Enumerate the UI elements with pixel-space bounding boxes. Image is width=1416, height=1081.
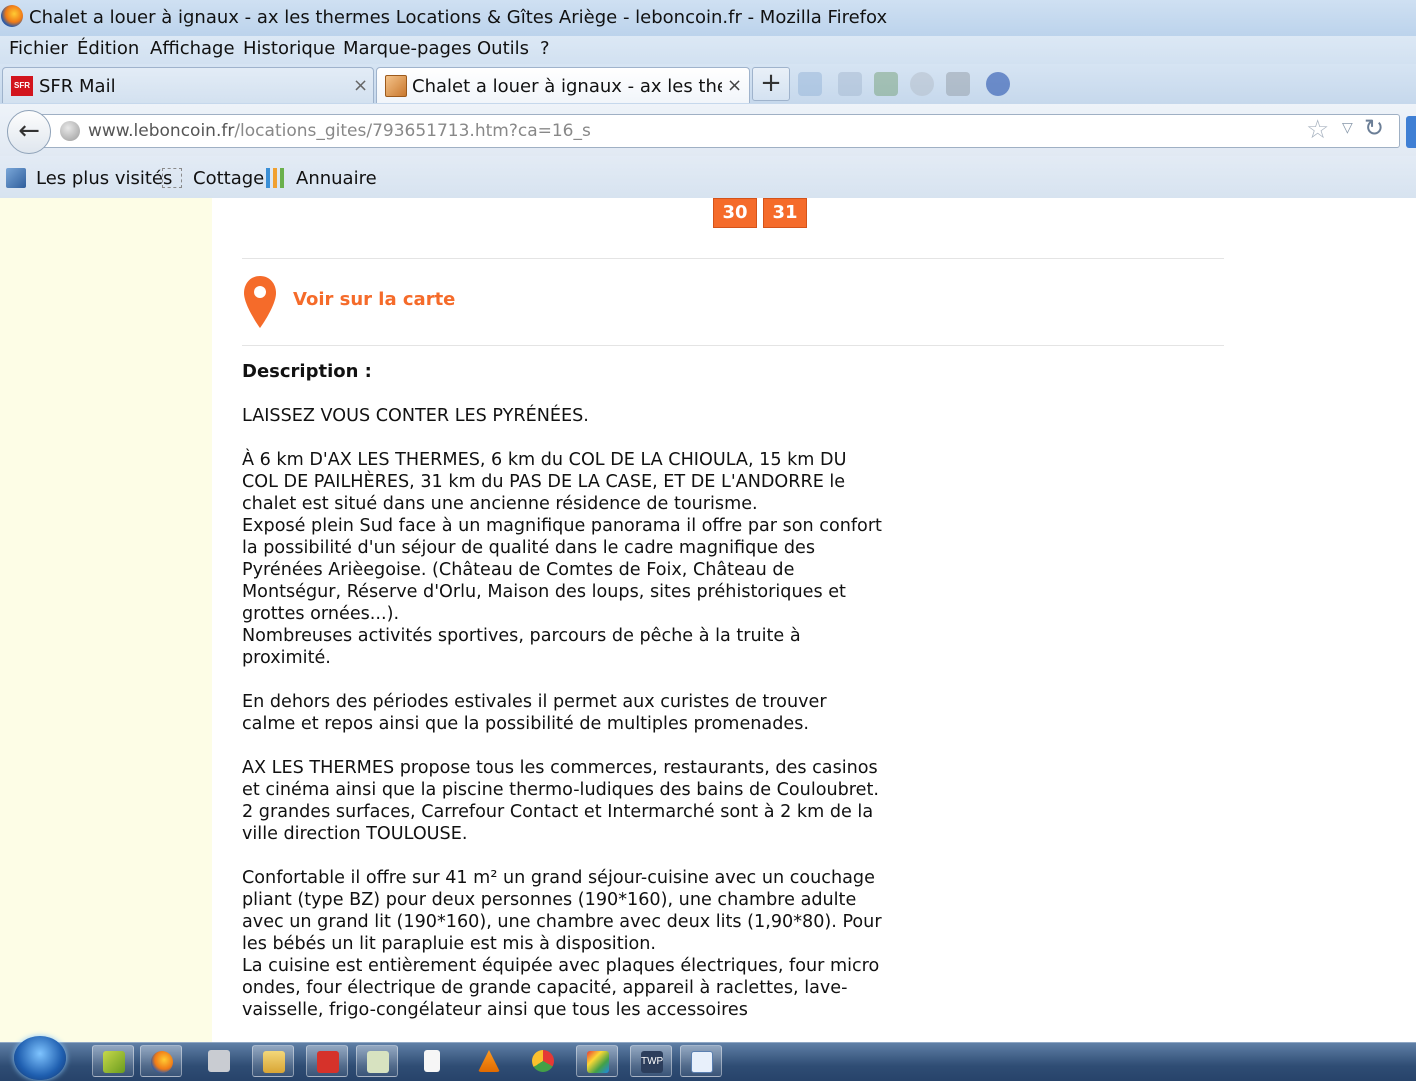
taskbar-app[interactable] [92, 1045, 134, 1077]
description-title: Description : [242, 361, 372, 382]
divider [242, 345, 1224, 346]
window-title-bar: Chalet a louer à ignaux - ax les thermes… [0, 0, 1416, 36]
tab-chalet[interactable]: Chalet a louer à ignaux - ax les therm..… [376, 67, 750, 103]
site-identity-icon[interactable] [60, 121, 80, 141]
toolbar-button[interactable] [1406, 116, 1416, 148]
toolbar-addon-icon[interactable] [838, 72, 862, 96]
menu-historique[interactable]: Historique [243, 38, 335, 59]
close-tab-icon[interactable]: × [353, 75, 368, 96]
divider [242, 258, 1224, 259]
toolbar-addon-icon[interactable] [874, 72, 898, 96]
menu-marque-pages[interactable]: Marque-pages [343, 38, 471, 59]
taskbar-app[interactable] [576, 1045, 618, 1077]
taskbar-document[interactable] [356, 1045, 398, 1077]
taskbar-pdf[interactable] [306, 1045, 348, 1077]
url-domain: www.leboncoin.fr [88, 121, 235, 141]
back-button[interactable]: ← [7, 110, 51, 154]
taskbar-blank[interactable] [414, 1045, 456, 1077]
taskbar-vlc[interactable] [468, 1045, 510, 1077]
twp-icon: TWP [641, 1051, 663, 1073]
menu-affichage[interactable]: Affichage [150, 38, 235, 59]
menu-fichier[interactable]: Fichier [9, 38, 68, 59]
voir-sur-la-carte-link[interactable]: Voir sur la carte [293, 289, 455, 310]
toolbar-addon-icon[interactable] [910, 72, 934, 96]
reload-icon[interactable]: ↻ [1364, 114, 1384, 142]
window-title: Chalet a louer à ignaux - ax les thermes… [29, 7, 888, 28]
menu-outils[interactable]: Outils [477, 38, 529, 59]
start-orb[interactable] [14, 1036, 66, 1080]
firefox-icon [151, 1051, 173, 1073]
sfr-icon: SFR [11, 76, 33, 96]
taskbar-firefox[interactable] [140, 1045, 182, 1077]
blank-document-icon [424, 1050, 440, 1072]
help-icon[interactable] [986, 72, 1010, 96]
tab-bar: SFR SFR Mail × Chalet a louer à ignaux -… [0, 64, 1416, 104]
tab-label: Chalet a louer à ignaux - ax les therm..… [412, 76, 722, 97]
bookmark-annuaire[interactable]: Annuaire [296, 168, 377, 189]
pdf-icon [317, 1051, 339, 1073]
map-pin-icon[interactable] [242, 274, 278, 330]
toolbar-addon-icon[interactable] [946, 72, 970, 96]
calendar-day: 31 [763, 198, 807, 228]
url-path: /locations_gites/793651713.htm?ca=16_s [234, 121, 591, 141]
taskbar-app[interactable] [522, 1045, 564, 1077]
bookmark-cottage[interactable]: Cottage [193, 168, 264, 189]
taskbar-notepad[interactable] [680, 1045, 722, 1077]
app-icon [587, 1051, 609, 1073]
menu-edition[interactable]: Édition [77, 38, 139, 59]
tab-sfr-mail[interactable]: SFR SFR Mail × [2, 67, 374, 103]
url-text[interactable]: www.leboncoin.fr/locations_gites/7936517… [88, 121, 591, 141]
directory-icon [266, 168, 286, 188]
taskbar-explorer[interactable] [252, 1045, 294, 1077]
firefox-icon [1, 5, 23, 27]
back-arrow-icon: ← [18, 116, 40, 146]
taskbar-twp[interactable]: TWP [630, 1045, 672, 1077]
app-icon [532, 1050, 554, 1072]
app-icon [208, 1050, 230, 1072]
close-tab-icon[interactable]: × [727, 75, 742, 96]
app-icon [103, 1051, 125, 1073]
most-visited-icon [6, 168, 26, 188]
bookmark-les-plus-visites[interactable]: Les plus visités [36, 168, 172, 189]
file-explorer-icon [263, 1051, 285, 1073]
page-content: 30 31 Voir sur la carte Description : LA… [0, 198, 1416, 1042]
menu-help[interactable]: ? [540, 38, 550, 59]
left-margin [0, 198, 212, 1042]
toolbar-addon-icon[interactable] [798, 72, 822, 96]
history-dropdown-icon[interactable]: ▽ [1342, 120, 1353, 136]
package-icon [385, 75, 407, 97]
new-tab-button[interactable]: + [752, 67, 790, 101]
bookmark-star-icon[interactable]: ☆ [1306, 115, 1329, 145]
bookmarks-toolbar: Les plus visités Cottage Annuaire [0, 156, 1416, 198]
notepad-icon [691, 1051, 713, 1073]
folder-dotted-icon [162, 168, 182, 188]
description-body: LAISSEZ VOUS CONTER LES PYRÉNÉES. À 6 km… [242, 406, 882, 1020]
calendar-day: 30 [713, 198, 757, 228]
tab-label: SFR Mail [39, 76, 116, 97]
document-icon [367, 1051, 389, 1073]
taskbar-app[interactable] [198, 1045, 240, 1077]
menu-bar: Fichier Édition Affichage Historique Mar… [0, 36, 1416, 64]
vlc-icon [478, 1050, 500, 1072]
